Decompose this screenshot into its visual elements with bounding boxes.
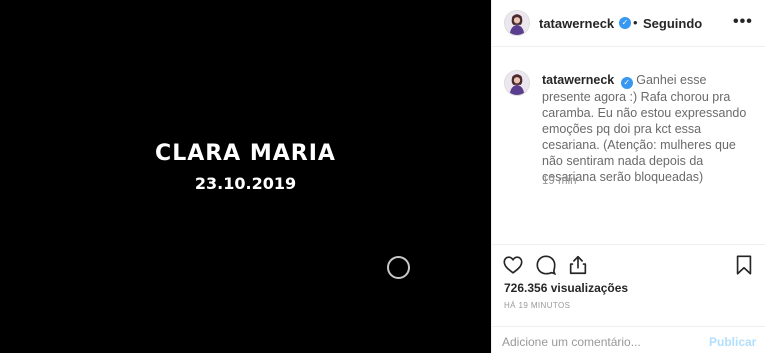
- bookmark-icon[interactable]: [733, 254, 755, 276]
- video-player[interactable]: CLARA MARIA 23.10.2019: [0, 0, 491, 353]
- avatar[interactable]: [504, 10, 530, 36]
- video-date-text: 23.10.2019: [194, 174, 297, 193]
- post-timestamp[interactable]: HÁ 19 MINUTOS: [504, 301, 570, 310]
- more-options-icon[interactable]: •••: [733, 13, 753, 31]
- post-header: tatawerneck ✓ • Seguindo •••: [492, 0, 765, 47]
- publish-button[interactable]: Publicar: [709, 335, 756, 349]
- heart-icon[interactable]: [502, 254, 524, 276]
- post-sidebar: tatawerneck ✓ • Seguindo ••• tatawerneck…: [491, 0, 765, 353]
- share-icon[interactable]: [567, 254, 589, 276]
- comment-input[interactable]: [502, 335, 692, 349]
- caption-timestamp[interactable]: 19 min: [542, 175, 577, 187]
- separator-dot: •: [633, 15, 638, 30]
- avatar-image-icon: [505, 11, 529, 35]
- post-author-username[interactable]: tatawerneck: [539, 16, 614, 31]
- comment-icon[interactable]: [535, 254, 557, 276]
- caption-text-block: tatawerneck ✓ Ganhei esse presente agora…: [542, 72, 752, 185]
- play-circle-icon[interactable]: [387, 256, 410, 279]
- verified-badge-icon: ✓: [620, 77, 633, 89]
- view-count[interactable]: 726.356 visualizações: [504, 281, 628, 295]
- avatar-image-icon: [505, 71, 529, 95]
- following-button[interactable]: Seguindo: [643, 16, 702, 31]
- add-comment-bar: Publicar: [492, 326, 765, 353]
- verified-badge-icon: ✓: [619, 17, 631, 29]
- action-bar: [492, 244, 765, 284]
- caption-text: Ganhei esse presente agora :) Rafa choro…: [542, 73, 747, 184]
- video-title-text: CLARA MARIA: [155, 141, 336, 166]
- caption-author-username[interactable]: tatawerneck: [542, 73, 614, 87]
- avatar[interactable]: [504, 70, 530, 96]
